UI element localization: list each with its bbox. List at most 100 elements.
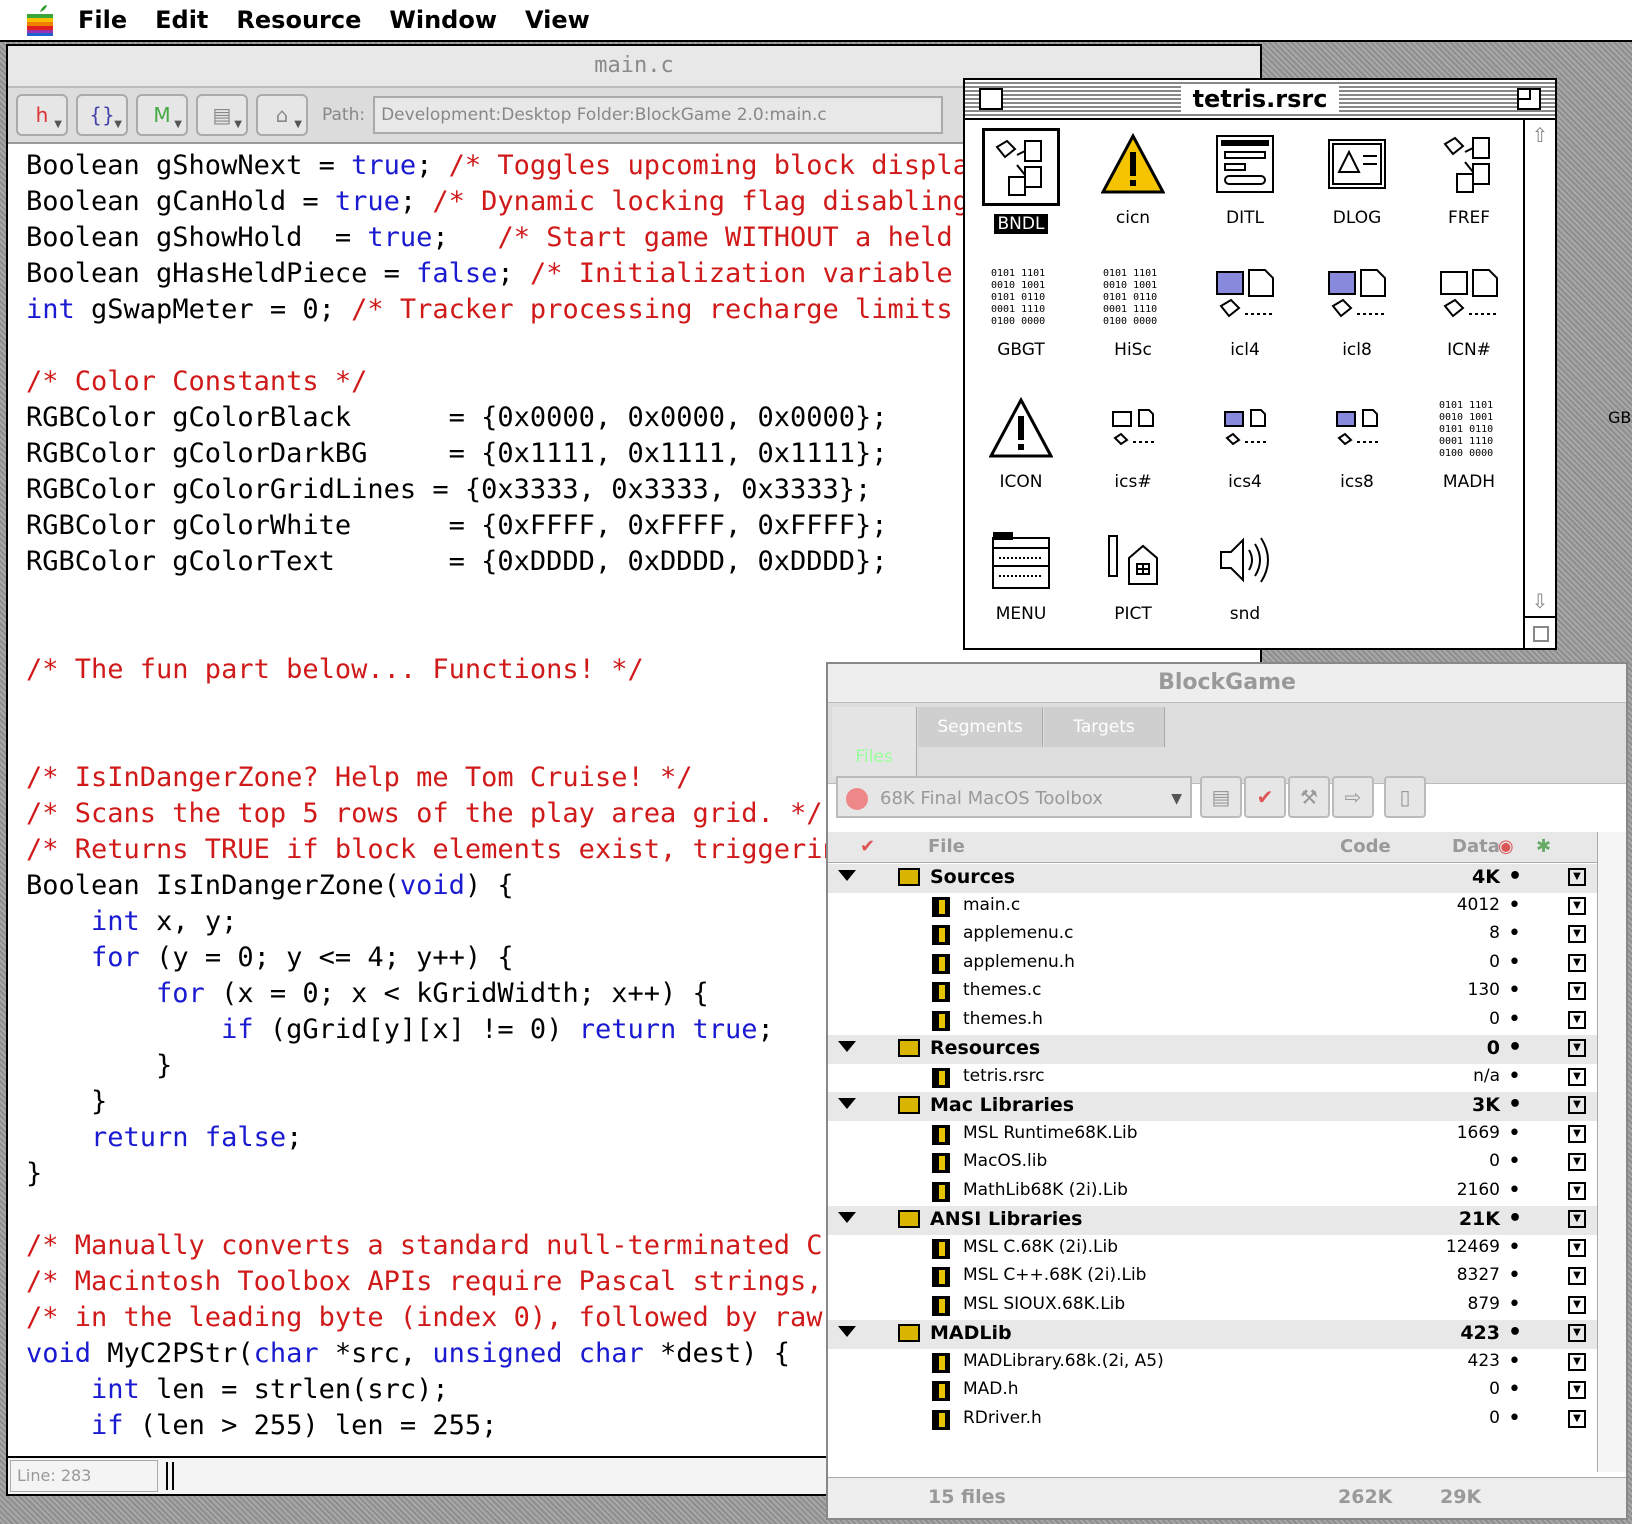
target-dot-icon[interactable]: • — [1508, 1292, 1521, 1317]
zoom-box-icon[interactable] — [1517, 88, 1541, 110]
disclosure-triangle-icon[interactable] — [838, 1041, 856, 1052]
group-row[interactable]: Mac Libraries76K3K•▼ — [828, 1092, 1600, 1121]
marker-popup-button[interactable]: M ▼ — [136, 94, 188, 136]
code-column-header[interactable]: Code — [1340, 836, 1391, 857]
resource-type-cicn[interactable]: cicn — [1077, 120, 1189, 252]
resource-titlebar[interactable]: tetris.rsrc — [965, 80, 1555, 120]
grow-box-icon[interactable] — [1525, 616, 1555, 648]
file-row[interactable]: applemenu.h00•▼ — [828, 950, 1600, 979]
target-dot-icon[interactable]: • — [1508, 1149, 1521, 1174]
resource-type-hisc[interactable]: 0101 1101 0010 1001 0101 0110 0001 1110 0100… — [1077, 252, 1189, 384]
target-dot-icon[interactable]: • — [1508, 950, 1521, 975]
target-dot-icon[interactable]: • — [1508, 1377, 1521, 1402]
scroll-down-icon[interactable]: ⇩ — [1525, 586, 1555, 616]
file-menu-icon[interactable]: ▼ — [1568, 1324, 1586, 1342]
close-box-icon[interactable] — [979, 88, 1003, 110]
file-menu-icon[interactable]: ▼ — [1568, 953, 1586, 972]
target-dot-icon[interactable]: • — [1508, 1178, 1521, 1203]
target-dot-icon[interactable]: • — [1508, 921, 1521, 946]
target-dot-icon[interactable]: • — [1508, 1007, 1521, 1032]
menu-edit[interactable]: Edit — [155, 6, 208, 34]
file-row[interactable]: MAD.h00•▼ — [828, 1377, 1600, 1406]
file-menu-icon[interactable]: ▼ — [1568, 1267, 1586, 1285]
resource-type-icl4[interactable]: icl4 — [1189, 252, 1301, 384]
menu-file[interactable]: File — [78, 6, 127, 34]
file-menu-icon[interactable]: ▼ — [1568, 1210, 1586, 1228]
file-row[interactable]: MathLib68K (2i).Lib375222160•▼ — [828, 1178, 1600, 1207]
menu-resource[interactable]: Resource — [236, 6, 361, 34]
file-menu-icon[interactable]: ▼ — [1568, 1039, 1586, 1057]
file-menu-icon[interactable]: ▼ — [1568, 982, 1586, 1000]
target-dot-icon[interactable]: • — [1508, 1406, 1521, 1431]
target-column-icon[interactable]: ◉ — [1498, 836, 1514, 857]
file-row[interactable]: MacOS.lib309740•▼ — [828, 1149, 1600, 1178]
make-button[interactable]: ⚒ — [1288, 776, 1330, 818]
file-row[interactable]: tetris.rsrcn/an/a•▼ — [828, 1064, 1600, 1093]
resource-type-madh[interactable]: 0101 1101 0010 1001 0101 0110 0001 1110 0100… — [1413, 384, 1525, 516]
disclosure-triangle-icon[interactable] — [838, 1326, 856, 1337]
target-dot-icon[interactable]: • — [1508, 1349, 1521, 1374]
file-row[interactable]: themes.h00•▼ — [828, 1007, 1600, 1036]
resource-type-ics-hash[interactable]: ics# — [1077, 384, 1189, 516]
file-row[interactable]: main.c113284012•▼ — [828, 893, 1600, 922]
disclosure-triangle-icon[interactable] — [838, 1212, 856, 1223]
lock-popup-button[interactable]: ⌂ ▼ — [256, 94, 308, 136]
function-popup-button[interactable]: {} ▼ — [76, 94, 128, 136]
resource-type-pict[interactable]: PICT — [1077, 516, 1189, 648]
file-menu-icon[interactable]: ▼ — [1568, 1238, 1586, 1257]
resource-type-icon[interactable]: ICON — [965, 384, 1077, 516]
file-menu-icon[interactable]: ▼ — [1568, 1352, 1586, 1371]
resource-type-bndl[interactable]: BNDL — [965, 120, 1077, 252]
menu-view[interactable]: View — [525, 6, 590, 34]
group-row[interactable]: MADLib45K423•▼ — [828, 1320, 1600, 1349]
resource-type-snd[interactable]: snd — [1189, 516, 1301, 648]
file-column-header[interactable]: File — [928, 836, 965, 857]
file-row[interactable]: MSL SIOUX.68K.Lib12516879•▼ — [828, 1292, 1600, 1321]
file-row[interactable]: themes.c16824130•▼ — [828, 978, 1600, 1007]
file-menu-icon[interactable]: ▼ — [1568, 1067, 1586, 1086]
target-dot-icon[interactable]: • — [1508, 1235, 1521, 1260]
project-title[interactable]: BlockGame — [828, 664, 1626, 703]
resource-type-ics8[interactable]: ics8 — [1301, 384, 1413, 516]
file-menu-icon[interactable]: ▼ — [1568, 1096, 1586, 1114]
project-info-button[interactable]: ▯ — [1384, 776, 1426, 818]
resource-type-menu[interactable]: MENU — [965, 516, 1077, 648]
file-menu-icon[interactable]: ▼ — [1568, 1409, 1586, 1428]
target-dot-icon[interactable]: • — [1508, 1320, 1522, 1345]
target-dot-icon[interactable]: • — [1508, 893, 1521, 918]
menu-window[interactable]: Window — [389, 6, 497, 34]
file-menu-icon[interactable]: ▼ — [1568, 896, 1586, 915]
file-menu-icon[interactable]: ▼ — [1568, 1010, 1586, 1029]
tab-segments[interactable]: Segments — [918, 707, 1043, 747]
disclosure-triangle-icon[interactable] — [838, 1098, 856, 1109]
resource-type-icl8[interactable]: icl8 — [1301, 252, 1413, 384]
tab-targets[interactable]: Targets — [1044, 707, 1165, 747]
file-menu-icon[interactable]: ▼ — [1568, 1295, 1586, 1314]
target-dot-icon[interactable]: • — [1508, 864, 1522, 889]
project-scrollbar[interactable] — [1597, 832, 1626, 1472]
header-popup-button[interactable]: h ▼ — [16, 94, 68, 136]
resource-type-dlog[interactable]: DLOG — [1301, 120, 1413, 252]
path-field[interactable]: Development:Desktop Folder:BlockGame 2.0… — [373, 96, 944, 134]
target-popup[interactable]: 68K Final MacOS Toolbox ▼ — [836, 776, 1192, 818]
disclosure-triangle-icon[interactable] — [838, 870, 856, 881]
file-menu-icon[interactable]: ▼ — [1568, 868, 1586, 886]
file-menu-icon[interactable]: ▼ — [1568, 925, 1586, 943]
file-menu-icon[interactable]: ▼ — [1568, 1381, 1586, 1399]
file-row[interactable]: MSL C++.68K (2i).Lib429088327•▼ — [828, 1263, 1600, 1292]
scroll-up-icon[interactable]: ⇧ — [1525, 120, 1555, 150]
group-row[interactable]: ANSI Libraries111K21K•▼ — [828, 1206, 1600, 1235]
group-row[interactable]: Sources29K4K•▼ — [828, 864, 1600, 893]
file-menu-icon[interactable]: ▼ — [1568, 1181, 1586, 1200]
document-popup-button[interactable]: ▤ ▼ — [196, 94, 248, 136]
target-dot-icon[interactable]: • — [1508, 1206, 1522, 1231]
run-button[interactable]: ⇨ — [1332, 776, 1374, 818]
resource-type-gbgt[interactable]: 0101 1101 0010 1001 0101 0110 0001 1110 0100… — [965, 252, 1077, 384]
file-menu-icon[interactable]: ▼ — [1568, 1153, 1586, 1171]
debug-column-icon[interactable]: ✱ — [1536, 836, 1551, 857]
file-menu-icon[interactable]: ▼ — [1568, 1124, 1586, 1143]
file-row[interactable]: applemenu.c16948•▼ — [828, 921, 1600, 950]
target-dot-icon[interactable]: • — [1508, 1035, 1522, 1060]
synchronize-button[interactable]: ▤ — [1200, 776, 1242, 818]
target-dot-icon[interactable]: • — [1508, 1121, 1521, 1146]
